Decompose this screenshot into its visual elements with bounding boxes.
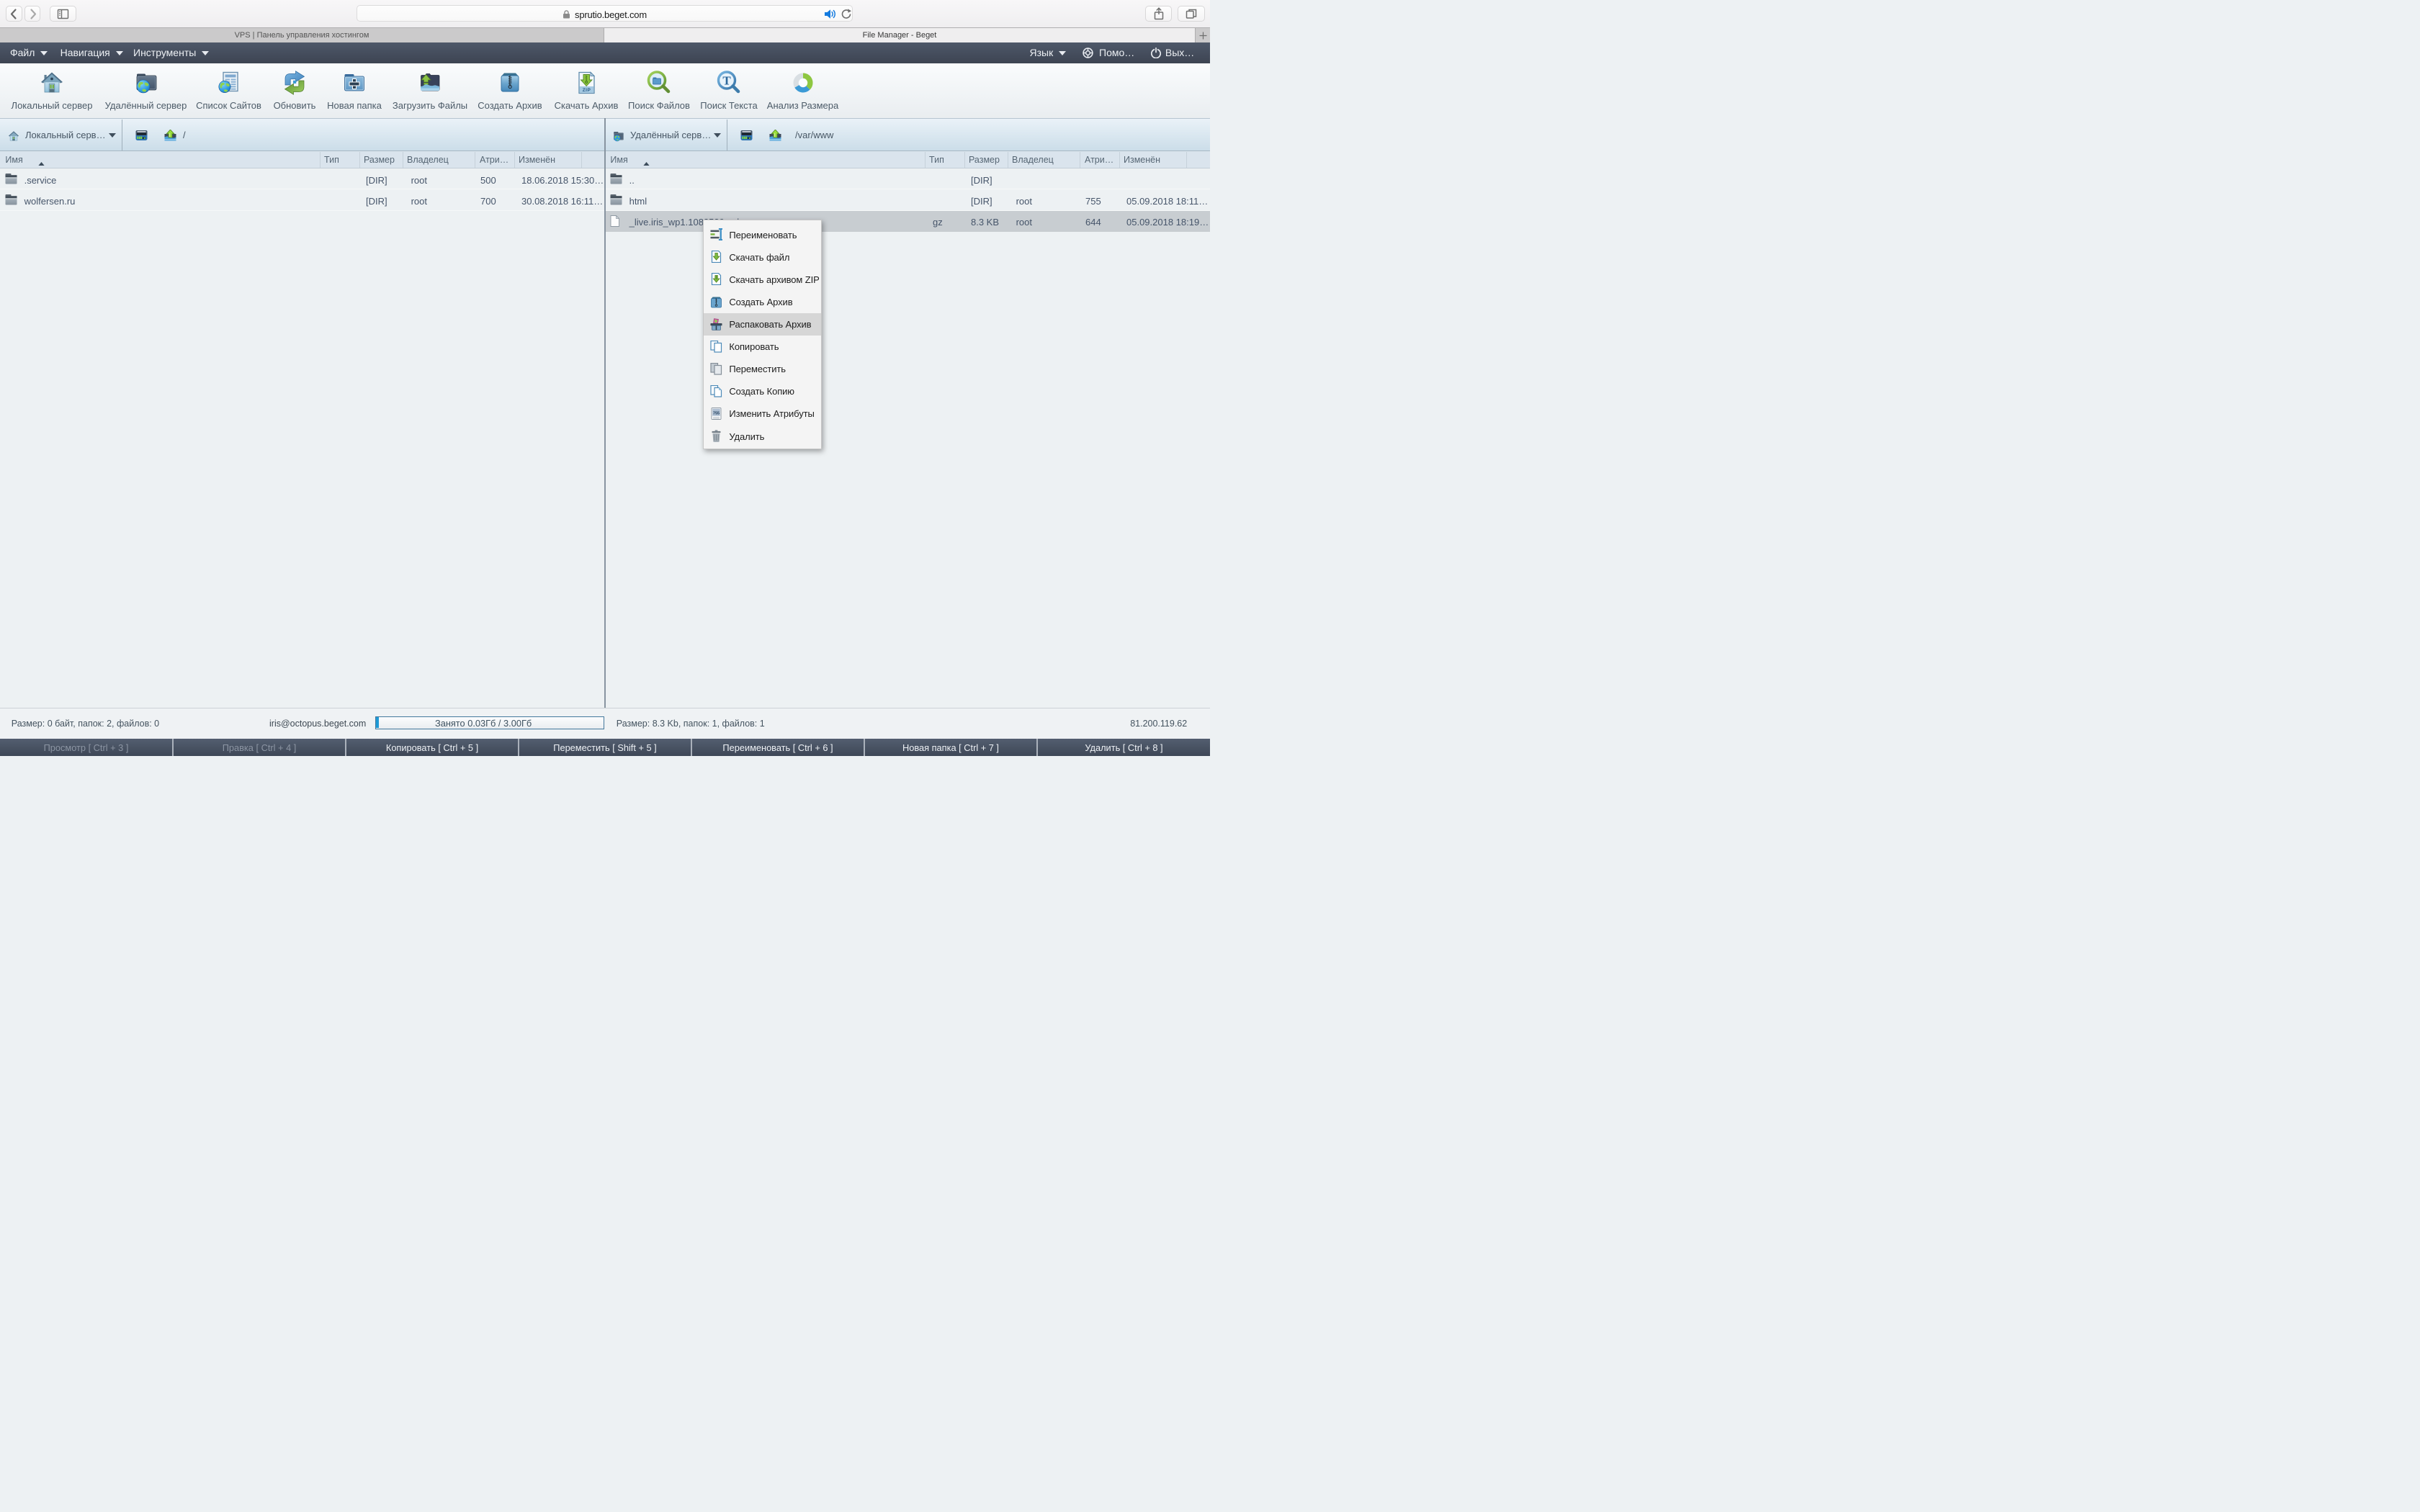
svg-text:T: T — [722, 74, 731, 88]
svg-text:755: 755 — [712, 412, 719, 416]
svg-text:ZIP: ZIP — [583, 88, 591, 93]
